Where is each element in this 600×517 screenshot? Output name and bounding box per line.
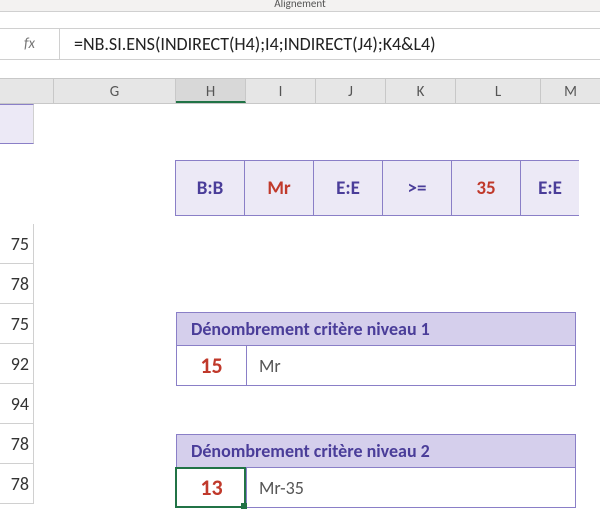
- count-block-2-value[interactable]: 13: [177, 468, 247, 507]
- column-headers: G H I J K L M: [0, 78, 600, 104]
- col-header-m[interactable]: M: [541, 79, 600, 103]
- cell[interactable]: 94: [0, 384, 34, 424]
- count-block-1-title[interactable]: Dénombrement critère niveau 1: [176, 312, 576, 346]
- cell[interactable]: 92: [0, 344, 34, 384]
- criteria-value-2[interactable]: 35: [451, 160, 521, 216]
- cell[interactable]: 75: [0, 304, 34, 344]
- cell[interactable]: 75: [0, 224, 34, 264]
- col-header-l[interactable]: L: [456, 79, 541, 103]
- criteria-range-3[interactable]: E:E: [520, 160, 579, 216]
- cell[interactable]: 78: [0, 464, 34, 504]
- col-header-i[interactable]: I: [246, 79, 316, 103]
- criteria-row: B:B Mr E:E >= 35 E:E: [176, 160, 579, 216]
- col-header-k[interactable]: K: [386, 79, 456, 103]
- count-block-2-label[interactable]: Mr-35: [247, 468, 575, 507]
- count-block-level-2: Dénombrement critère niveau 2 13 Mr-35: [176, 434, 576, 508]
- ribbon-group-text: Alignement: [274, 0, 325, 10]
- criteria-range-1[interactable]: B:B: [175, 160, 245, 216]
- ribbon-group-label: Alignement: [0, 0, 600, 12]
- fx-button[interactable]: fx: [0, 29, 60, 59]
- cell[interactable]: [0, 104, 34, 144]
- formula-bar: fx =NB.SI.ENS(INDIRECT(H4);I4;INDIRECT(J…: [0, 28, 600, 60]
- criteria-operator[interactable]: >=: [382, 160, 452, 216]
- criteria-value-1[interactable]: Mr: [244, 160, 314, 216]
- cell[interactable]: 78: [0, 264, 34, 304]
- col-header-h[interactable]: H: [176, 79, 246, 103]
- count-block-2-title[interactable]: Dénombrement critère niveau 2: [176, 434, 576, 468]
- col-header-j[interactable]: J: [316, 79, 386, 103]
- criteria-range-2[interactable]: E:E: [313, 160, 383, 216]
- col-header-blank[interactable]: [0, 79, 54, 103]
- count-block-1-value[interactable]: 15: [177, 346, 247, 385]
- worksheet-grid[interactable]: 75 78 75 92 94 78 78 B:B Mr E:E >= 35 E:…: [0, 104, 600, 517]
- count-block-1-label[interactable]: Mr: [247, 346, 575, 385]
- cell[interactable]: 78: [0, 424, 34, 464]
- count-block-level-1: Dénombrement critère niveau 1 15 Mr: [176, 312, 576, 386]
- col-header-g[interactable]: G: [54, 79, 176, 103]
- formula-input[interactable]: =NB.SI.ENS(INDIRECT(H4);I4;INDIRECT(J4);…: [60, 29, 600, 59]
